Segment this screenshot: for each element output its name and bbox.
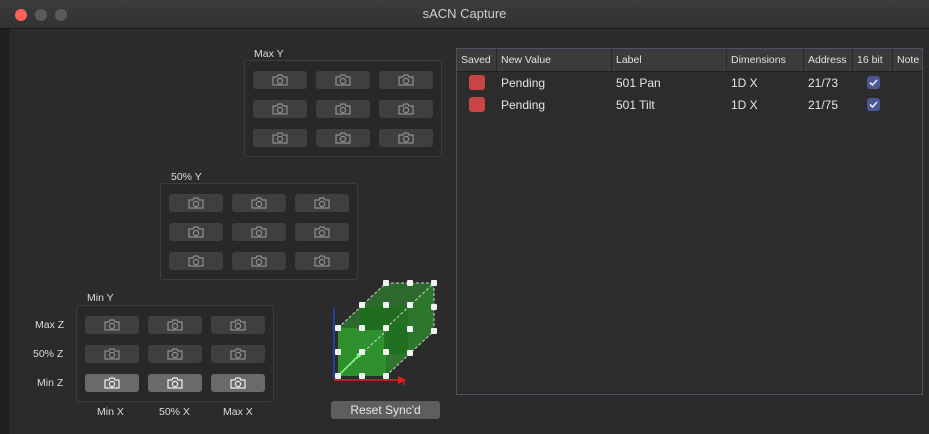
capture-button[interactable] [295, 194, 349, 212]
row-label-50-z: 50% Z [33, 348, 64, 360]
col-header-saved[interactable]: Saved [457, 49, 497, 71]
camera-icon [398, 132, 414, 144]
col-header-note[interactable]: Note [893, 49, 922, 71]
16-bit-checkbox[interactable] [867, 98, 880, 111]
saved-indicator[interactable] [469, 97, 485, 112]
cell-label: 501 Tilt [616, 98, 655, 112]
camera-icon [272, 103, 288, 115]
cell-dimensions: 1D X [731, 98, 758, 112]
capture-button[interactable] [211, 345, 265, 363]
capture-button[interactable] [148, 316, 202, 334]
reset-synced-button[interactable]: Reset Sync'd [331, 401, 440, 419]
capture-button[interactable] [85, 345, 139, 363]
cell-new-value: Pending [501, 98, 546, 112]
min-y-group [76, 305, 274, 402]
col-label-max-x: Max X [223, 406, 253, 418]
position-cube-diagram: x [333, 280, 437, 387]
capture-button[interactable] [379, 71, 433, 89]
camera-icon [398, 74, 414, 86]
row-label-min-z: Min Z [37, 377, 64, 389]
camera-icon [230, 348, 246, 360]
camera-icon [272, 74, 288, 86]
capture-button[interactable] [148, 374, 202, 392]
capture-button[interactable] [379, 129, 433, 147]
16-bit-checkbox[interactable] [867, 76, 880, 89]
capture-button[interactable] [169, 194, 223, 212]
camera-icon [104, 348, 120, 360]
saved-indicator[interactable] [469, 75, 485, 90]
camera-icon [314, 226, 330, 238]
camera-icon [188, 226, 204, 238]
capture-button[interactable] [253, 100, 307, 118]
table-header: Saved New Value Label Dimensions Address… [457, 49, 922, 72]
camera-icon [314, 255, 330, 267]
table-row[interactable]: Pending 501 Pan 1D X 21/73 [457, 72, 922, 94]
capture-button[interactable] [169, 252, 223, 270]
camera-icon [335, 132, 351, 144]
capture-table: Saved New Value Label Dimensions Address… [456, 48, 923, 395]
col-header-address[interactable]: Address [804, 49, 853, 71]
mid-y-label: 50% Y [171, 171, 202, 183]
camera-icon [167, 319, 183, 331]
col-header-dimensions[interactable]: Dimensions [727, 49, 804, 71]
col-header-new-value[interactable]: New Value [497, 49, 612, 71]
camera-icon [251, 255, 267, 267]
col-header-16-bit[interactable]: 16 bit [853, 49, 893, 71]
camera-icon [230, 319, 246, 331]
cell-address: 21/73 [808, 76, 839, 90]
camera-icon [398, 103, 414, 115]
camera-icon [167, 377, 183, 389]
cell-address: 21/75 [808, 98, 839, 112]
capture-button[interactable] [295, 252, 349, 270]
capture-button[interactable] [169, 223, 223, 241]
camera-icon [167, 348, 183, 360]
max-y-label: Max Y [254, 48, 284, 60]
camera-icon [104, 377, 120, 389]
capture-button[interactable] [232, 194, 286, 212]
cell-dimensions: 1D X [731, 76, 758, 90]
col-label-min-x: Min X [97, 406, 124, 418]
window-title: sACN Capture [422, 6, 507, 21]
col-label-50-x: 50% X [159, 406, 190, 418]
capture-button[interactable] [211, 316, 265, 334]
cell-label: 501 Pan [616, 76, 661, 90]
capture-button[interactable] [253, 129, 307, 147]
checkmark-icon [869, 101, 878, 109]
title-bar: sACN Capture [0, 0, 929, 29]
camera-icon [188, 255, 204, 267]
camera-icon [251, 226, 267, 238]
col-header-label[interactable]: Label [612, 49, 727, 71]
cell-new-value: Pending [501, 76, 546, 90]
capture-button[interactable] [316, 100, 370, 118]
capture-button[interactable] [379, 100, 433, 118]
capture-button[interactable] [295, 223, 349, 241]
capture-button[interactable] [232, 252, 286, 270]
capture-button[interactable] [85, 316, 139, 334]
capture-button[interactable] [232, 223, 286, 241]
capture-button[interactable] [316, 71, 370, 89]
row-label-max-z: Max Z [35, 319, 65, 331]
checkmark-icon [869, 79, 878, 87]
table-row[interactable]: Pending 501 Tilt 1D X 21/75 [457, 94, 922, 116]
camera-icon [335, 74, 351, 86]
camera-icon [335, 103, 351, 115]
x-axis-label: x [402, 378, 406, 387]
capture-button[interactable] [253, 71, 307, 89]
min-y-label: Min Y [87, 292, 114, 304]
camera-icon [188, 197, 204, 209]
capture-button[interactable] [316, 129, 370, 147]
camera-icon [230, 377, 246, 389]
camera-icon [272, 132, 288, 144]
camera-icon [251, 197, 267, 209]
max-y-group [244, 60, 442, 157]
mid-y-group [160, 183, 358, 280]
capture-button[interactable] [148, 345, 202, 363]
capture-button[interactable] [211, 374, 265, 392]
capture-button[interactable] [85, 374, 139, 392]
camera-icon [314, 197, 330, 209]
camera-icon [104, 319, 120, 331]
